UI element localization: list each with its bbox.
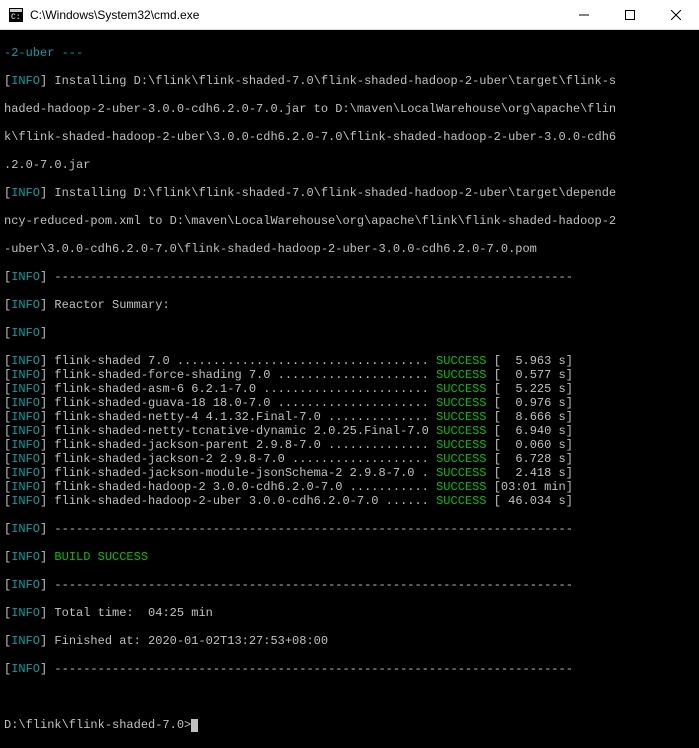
reactor-row: [INFO] flink-shaded-guava-18 18.0-7.0 ..… [4, 396, 695, 410]
module-name: flink-shaded-netty-4 4.1.32.Final-7.0 ..… [54, 410, 428, 424]
info-tag: INFO [11, 424, 40, 438]
install-text: Installing D:\flink\flink-shaded-7.0\fli… [54, 74, 616, 88]
info-tag: INFO [11, 270, 40, 284]
status-success: SUCCESS [436, 382, 486, 396]
build-time: [ 6.728 s] [494, 452, 573, 466]
status-success: SUCCESS [436, 424, 486, 438]
build-success: BUILD SUCCESS [54, 550, 148, 564]
build-time: [03:01 min] [494, 480, 573, 494]
status-success: SUCCESS [436, 466, 486, 480]
status-success: SUCCESS [436, 410, 486, 424]
status-success: SUCCESS [436, 452, 486, 466]
module-name: flink-shaded-jackson-parent 2.9.8-7.0 ..… [54, 438, 428, 452]
status-success: SUCCESS [436, 438, 486, 452]
cmd-icon: C: [8, 7, 24, 23]
maximize-button[interactable] [607, 0, 653, 29]
minimize-button[interactable] [561, 0, 607, 29]
reactor-row: [INFO] flink-shaded-asm-6 6.2.1-7.0 ....… [4, 382, 695, 396]
window-controls [561, 0, 699, 29]
build-time: [ 5.225 s] [494, 382, 573, 396]
prompt: D:\flink\flink-shaded-7.0> [4, 718, 191, 732]
info-tag: INFO [11, 368, 40, 382]
build-time: [ 0.976 s] [494, 396, 573, 410]
module-name: flink-shaded-force-shading 7.0 .........… [54, 368, 428, 382]
status-success: SUCCESS [436, 480, 486, 494]
install-text: .2.0-7.0.jar [4, 158, 695, 172]
module-name: flink-shaded-jackson-module-jsonSchema-2… [54, 466, 428, 480]
info-tag: INFO [11, 550, 40, 564]
info-tag: INFO [11, 480, 40, 494]
reactor-row: [INFO] flink-shaded-hadoop-2-uber 3.0.0-… [4, 494, 695, 508]
status-success: SUCCESS [436, 368, 486, 382]
build-time: [ 2.418 s] [494, 466, 573, 480]
module-name: flink-shaded 7.0 .......................… [54, 354, 428, 368]
window-title: C:\Windows\System32\cmd.exe [30, 8, 561, 22]
terminal-output[interactable]: -2-uber --- [INFO] Installing D:\flink\f… [0, 30, 699, 748]
info-tag: INFO [11, 634, 40, 648]
separator: ----------------------------------------… [54, 578, 572, 592]
info-tag: INFO [11, 74, 40, 88]
reactor-title: Reactor Summary: [54, 298, 169, 312]
reactor-row: [INFO] flink-shaded-jackson-2 2.9.8-7.0 … [4, 452, 695, 466]
separator: ----------------------------------------… [54, 522, 572, 536]
titlebar: C: C:\Windows\System32\cmd.exe [0, 0, 699, 30]
reactor-row: [INFO] flink-shaded-jackson-parent 2.9.8… [4, 438, 695, 452]
info-tag: INFO [11, 466, 40, 480]
info-tag: INFO [11, 298, 40, 312]
install-text: k\flink-shaded-hadoop-2-uber\3.0.0-cdh6.… [4, 130, 695, 144]
build-time: [ 6.940 s] [494, 424, 573, 438]
build-time: [ 5.963 s] [494, 354, 573, 368]
info-tag: INFO [11, 186, 40, 200]
reactor-row: [INFO] flink-shaded-jackson-module-jsonS… [4, 466, 695, 480]
install-text: haded-hadoop-2-uber-3.0.0-cdh6.2.0-7.0.j… [4, 102, 695, 116]
info-tag: INFO [11, 578, 40, 592]
status-success: SUCCESS [436, 354, 486, 368]
reactor-row: [INFO] flink-shaded-netty-4 4.1.32.Final… [4, 410, 695, 424]
info-tag: INFO [11, 354, 40, 368]
module-name: flink-shaded-jackson-2 2.9.8-7.0 .......… [54, 452, 428, 466]
status-success: SUCCESS [436, 396, 486, 410]
reactor-row: [INFO] flink-shaded 7.0 ................… [4, 354, 695, 368]
build-time: [ 8.666 s] [494, 410, 573, 424]
module-name: flink-shaded-netty-tcnative-dynamic 2.0.… [54, 424, 428, 438]
reactor-row: [INFO] flink-shaded-hadoop-2 3.0.0-cdh6.… [4, 480, 695, 494]
finished-at: Finished at: 2020-01-02T13:27:53+08:00 [54, 634, 328, 648]
reactor-row: [INFO] flink-shaded-netty-tcnative-dynam… [4, 424, 695, 438]
reactor-row: [INFO] flink-shaded-force-shading 7.0 ..… [4, 368, 695, 382]
build-time: [ 46.034 s] [494, 494, 573, 508]
module-name: flink-shaded-asm-6 6.2.1-7.0 ...........… [54, 382, 428, 396]
module-name: flink-shaded-hadoop-2 3.0.0-cdh6.2.0-7.0… [54, 480, 428, 494]
info-tag: INFO [11, 522, 40, 536]
build-time: [ 0.577 s] [494, 368, 573, 382]
status-success: SUCCESS [436, 494, 486, 508]
info-tag: INFO [11, 396, 40, 410]
svg-text:C:: C: [11, 13, 21, 22]
separator: ----------------------------------------… [54, 270, 572, 284]
install-text: ncy-reduced-pom.xml to D:\maven\LocalWar… [4, 214, 695, 228]
install-text: Installing D:\flink\flink-shaded-7.0\fli… [54, 186, 616, 200]
info-tag: INFO [11, 662, 40, 676]
info-tag: INFO [11, 606, 40, 620]
install-text: -uber\3.0.0-cdh6.2.0-7.0\flink-shaded-ha… [4, 242, 695, 256]
info-tag: INFO [11, 326, 40, 340]
build-time: [ 0.060 s] [494, 438, 573, 452]
info-tag: INFO [11, 494, 40, 508]
total-time: Total time: 04:25 min [54, 606, 212, 620]
module-name: flink-shaded-guava-18 18.0-7.0 .........… [54, 396, 428, 410]
close-button[interactable] [653, 0, 699, 29]
cursor-icon [191, 719, 198, 732]
info-tag: INFO [11, 382, 40, 396]
info-tag: INFO [11, 410, 40, 424]
fragment-line: -2-uber --- [4, 46, 83, 60]
info-tag: INFO [11, 452, 40, 466]
separator: ----------------------------------------… [54, 662, 572, 676]
module-name: flink-shaded-hadoop-2-uber 3.0.0-cdh6.2.… [54, 494, 428, 508]
info-tag: INFO [11, 438, 40, 452]
